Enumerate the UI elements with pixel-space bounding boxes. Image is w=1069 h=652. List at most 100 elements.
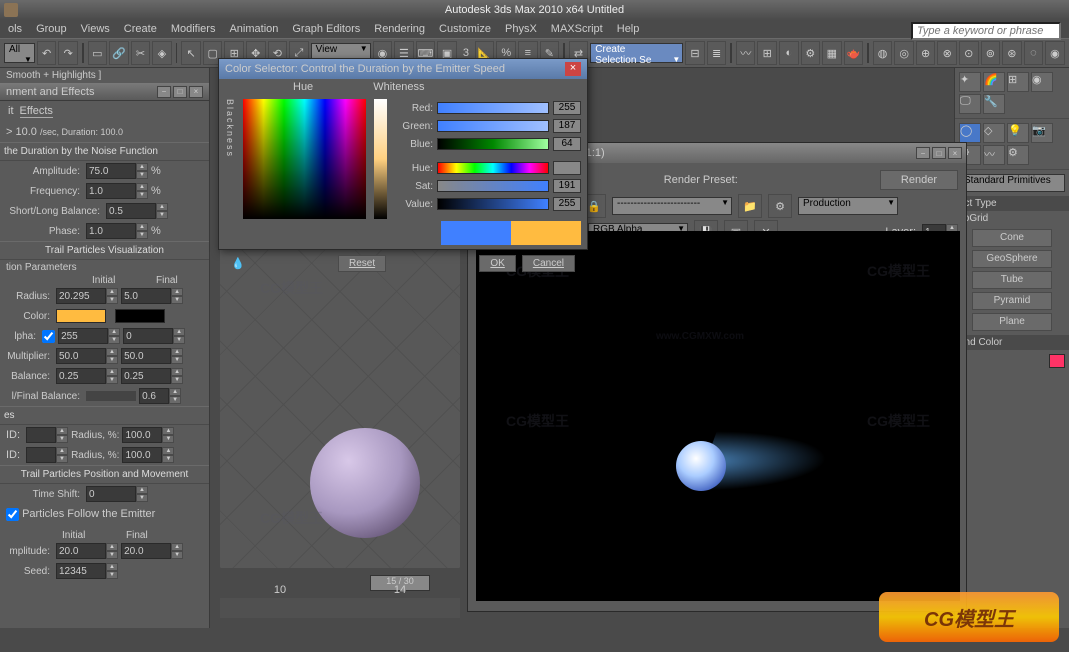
menu-views[interactable]: Views: [81, 23, 110, 35]
all-dropdown[interactable]: All: [4, 43, 35, 63]
seed-spinner[interactable]: ▲▼: [56, 563, 118, 579]
schematic-icon[interactable]: ⊞: [757, 41, 777, 65]
maximize-icon[interactable]: □: [173, 86, 187, 98]
tool-e-icon[interactable]: ⊙: [959, 41, 979, 65]
green-slider[interactable]: [437, 120, 549, 132]
redo-icon[interactable]: ↷: [58, 41, 78, 65]
cameras-icon[interactable]: 📷: [1031, 123, 1053, 143]
geosphere-button[interactable]: GeoSphere: [972, 250, 1052, 268]
menu-grapheditors[interactable]: Graph Editors: [292, 23, 360, 35]
color-selector-titlebar[interactable]: Color Selector: Control the Duration by …: [219, 59, 587, 79]
mult-final-spinner[interactable]: ▲▼: [121, 348, 183, 364]
cs-close-button[interactable]: ×: [565, 62, 581, 76]
timeshift-spinner[interactable]: ▲▼: [86, 486, 148, 502]
blue-slider[interactable]: [437, 138, 549, 150]
alpha-final-spinner[interactable]: ▲▼: [123, 328, 185, 344]
hierarchy-tab-icon[interactable]: ⊞: [1007, 72, 1029, 92]
amp2-initial-spinner[interactable]: ▲▼: [56, 543, 118, 559]
rollout-noise[interactable]: the Duration by the Noise Function: [0, 142, 209, 161]
rw-minimize-icon[interactable]: −: [916, 147, 930, 159]
geometry-icon[interactable]: ◯: [959, 123, 981, 143]
tool-a-icon[interactable]: ◍: [873, 41, 893, 65]
finbal-spinner[interactable]: ▲▼: [139, 388, 181, 404]
menu-physx[interactable]: PhysX: [505, 23, 537, 35]
tool-i-icon[interactable]: ◉: [1045, 41, 1065, 65]
curve-editor-icon[interactable]: 〰: [736, 41, 756, 65]
id1-spinner[interactable]: ▲▼: [26, 427, 68, 443]
color-initial-swatch[interactable]: [56, 309, 106, 323]
amp2-final-spinner[interactable]: ▲▼: [121, 543, 183, 559]
ok-button[interactable]: OK: [479, 255, 515, 272]
display-tab-icon[interactable]: 🖵: [959, 94, 981, 114]
tool-d-icon[interactable]: ⊗: [937, 41, 957, 65]
follow-checkbox[interactable]: [6, 508, 19, 521]
menu-help[interactable]: Help: [617, 23, 640, 35]
hue-picker[interactable]: [243, 99, 366, 219]
layers-icon[interactable]: ≣: [707, 41, 727, 65]
eyedropper-icon[interactable]: 💧: [231, 257, 245, 270]
preset-save-icon[interactable]: ⚙: [768, 194, 792, 218]
mult-initial-spinner[interactable]: ▲▼: [56, 348, 118, 364]
finbal-slider[interactable]: [86, 391, 136, 401]
create-tab-icon[interactable]: ✦: [959, 72, 981, 92]
utilities-tab-icon[interactable]: 🔧: [983, 94, 1005, 114]
val-slider[interactable]: [437, 198, 549, 210]
bal2-final-spinner[interactable]: ▲▼: [121, 368, 183, 384]
cone-button[interactable]: Cone: [972, 229, 1052, 247]
rw-maximize-icon[interactable]: □: [932, 147, 946, 159]
sat-value[interactable]: 191: [553, 179, 581, 193]
tool-f-icon[interactable]: ⊚: [981, 41, 1001, 65]
selection-set-dropdown[interactable]: Create Selection Se: [590, 43, 683, 63]
preset-load-icon[interactable]: 📁: [738, 194, 762, 218]
menu-group[interactable]: Group: [36, 23, 67, 35]
name-color-rollout[interactable]: and Color: [955, 335, 1069, 350]
search-input[interactable]: [911, 22, 1061, 40]
menu-tools[interactable]: ols: [8, 23, 22, 35]
red-value[interactable]: 255: [553, 101, 581, 115]
spacewarps-icon[interactable]: 〰: [983, 145, 1005, 165]
link-icon[interactable]: 🔗: [109, 41, 129, 65]
undo-icon[interactable]: ↶: [37, 41, 57, 65]
rollout-trail-viz[interactable]: Trail Particles Visualization: [0, 241, 209, 260]
reset-button[interactable]: Reset: [338, 255, 386, 272]
radius-final-spinner[interactable]: ▲▼: [121, 288, 183, 304]
motion-tab-icon[interactable]: ◉: [1031, 72, 1053, 92]
bind-icon[interactable]: ◈: [152, 41, 172, 65]
production-dropdown[interactable]: Production: [798, 197, 898, 215]
menu-customize[interactable]: Customize: [439, 23, 491, 35]
color-final-swatch[interactable]: [115, 309, 165, 323]
whiteness-picker[interactable]: [374, 99, 387, 219]
bal2-initial-spinner[interactable]: ▲▼: [56, 368, 118, 384]
hue-slider[interactable]: [437, 162, 549, 174]
rollout-trail-pos[interactable]: Trail Particles Position and Movement: [0, 465, 209, 484]
menu-animation[interactable]: Animation: [229, 23, 278, 35]
id2-radius-spinner[interactable]: ▲▼: [122, 447, 174, 463]
alpha-initial-spinner[interactable]: ▲▼: [58, 328, 120, 344]
val-value[interactable]: 255: [553, 197, 581, 211]
rw-close-icon[interactable]: ×: [948, 147, 962, 159]
tool-g-icon[interactable]: ⊛: [1002, 41, 1022, 65]
tab-edit[interactable]: it: [8, 105, 14, 118]
cancel-button[interactable]: Cancel: [522, 255, 575, 272]
tab-effects[interactable]: Effects: [20, 105, 53, 118]
modify-tab-icon[interactable]: 🌈: [983, 72, 1005, 92]
menu-rendering[interactable]: Rendering: [374, 23, 425, 35]
systems-icon[interactable]: ⚙: [1007, 145, 1029, 165]
rollout-es[interactable]: es: [0, 406, 209, 425]
primitives-dropdown[interactable]: Standard Primitives: [959, 174, 1065, 192]
unlink-icon[interactable]: ✂: [131, 41, 151, 65]
tool-h-icon[interactable]: ◌: [1024, 41, 1044, 65]
shapes-icon[interactable]: ◇: [983, 123, 1005, 143]
cursor-icon[interactable]: ↖: [181, 41, 201, 65]
timeline[interactable]: 15 / 30 10 14: [220, 568, 460, 598]
balance-spinner[interactable]: ▲▼: [106, 203, 168, 219]
pyramid-button[interactable]: Pyramid: [972, 292, 1052, 310]
red-slider[interactable]: [437, 102, 549, 114]
hue-value[interactable]: [553, 161, 581, 175]
tool-b-icon[interactable]: ◎: [894, 41, 914, 65]
object-type-rollout[interactable]: ect Type: [955, 196, 1069, 211]
id2-spinner[interactable]: ▲▼: [26, 447, 68, 463]
tube-button[interactable]: Tube: [972, 271, 1052, 289]
green-value[interactable]: 187: [553, 119, 581, 133]
amplitude-spinner[interactable]: ▲▼: [86, 163, 148, 179]
